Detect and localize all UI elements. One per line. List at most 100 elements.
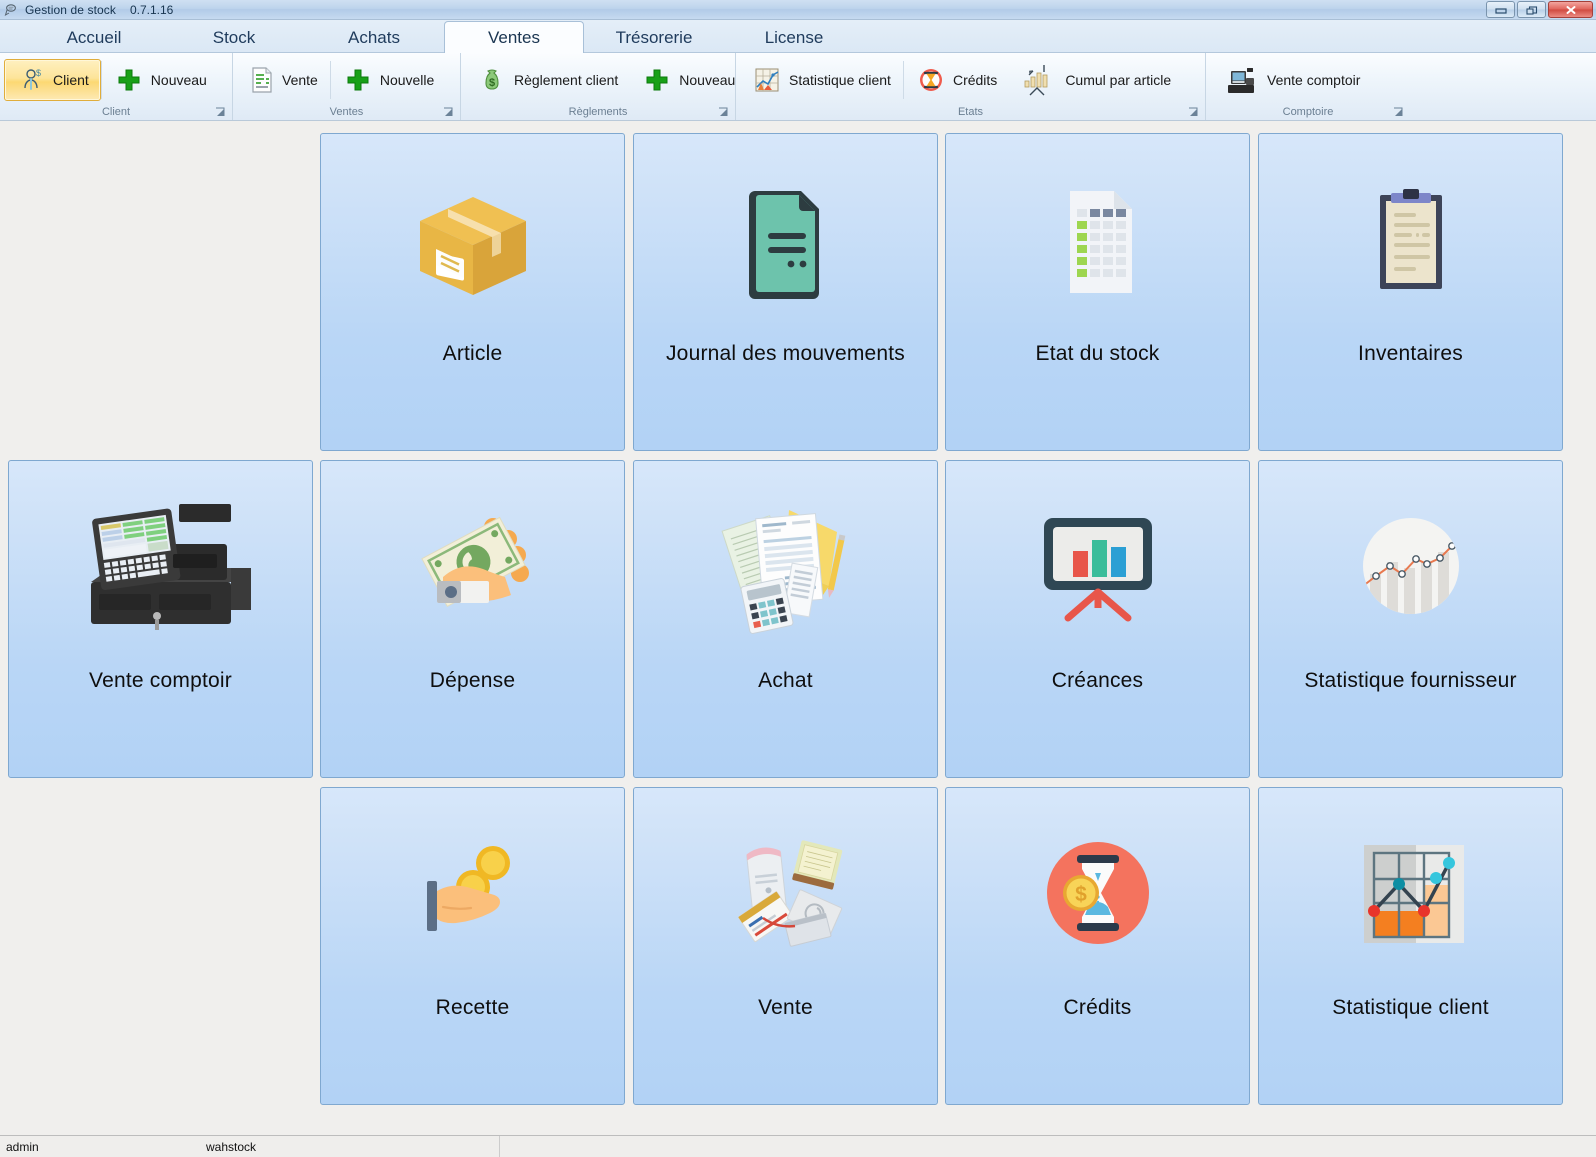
tab-achats[interactable]: Achats (304, 21, 444, 53)
dialog-launcher-icon[interactable] (1188, 107, 1199, 118)
ribbon-button-label: Nouvelle (379, 71, 435, 88)
hourglass-red-icon (916, 65, 946, 95)
restore-icon[interactable] (1517, 1, 1546, 18)
ribbon-button-label: Règlement client (514, 71, 619, 88)
dialog-launcher-icon[interactable] (718, 107, 729, 118)
tile-journal-des-mouvements[interactable]: Journal des mouvements (633, 133, 938, 451)
close-icon[interactable] (1548, 1, 1593, 18)
tile-etat-du-stock[interactable]: Etat du stock (945, 133, 1250, 451)
minimize-icon[interactable] (1486, 1, 1515, 18)
circle-line-chart-icon (1259, 469, 1562, 669)
ribbon-group-footer: Ventes (233, 104, 460, 120)
app-logo-icon (4, 2, 20, 18)
ribbon-group-etats: Statistique client Crédits Cumul par art… (735, 53, 1205, 120)
tile-label: Etat du stock (1035, 342, 1160, 365)
green-plus-icon (642, 65, 672, 95)
dialog-launcher-icon[interactable] (443, 107, 454, 118)
tile-label: Statistique fournisseur (1304, 669, 1517, 692)
tile-label: Crédits (1063, 996, 1132, 1019)
tile-recette[interactable]: Recette (320, 787, 625, 1105)
ribbon-group-reglements: $ Règlement client Nouveau Règlements (460, 53, 735, 120)
receipt-books-icon (634, 796, 937, 996)
tab-label: Accueil (66, 27, 122, 47)
ribbon-tab-bar: Accueil Stock Achats Ventes Trésorerie L… (0, 20, 1596, 53)
ribbon-button-label: Statistique client (789, 71, 891, 88)
tile-label: Vente (758, 996, 813, 1019)
ribbon-button-client[interactable]: $ Client (4, 58, 101, 101)
title-bar: Gestion de stock 0.7.1.16 (0, 0, 1596, 20)
tile-vente[interactable]: Vente (633, 787, 938, 1105)
tab-accueil[interactable]: Accueil (24, 21, 164, 53)
green-document-icon (634, 142, 937, 342)
hourglass-coin-icon: $ (946, 796, 1249, 996)
ribbon-group-label: Règlements (568, 106, 628, 118)
ribbon-group-footer: Règlements (461, 104, 735, 120)
ribbon-group-footer: Client (0, 104, 232, 120)
tab-ventes[interactable]: Ventes (444, 21, 584, 53)
ribbon-button-label: Client (53, 71, 89, 88)
ribbon-button-credits[interactable]: Crédits (904, 59, 1009, 101)
grid-line-chart-icon (1259, 796, 1562, 996)
window-title: Gestion de stock (25, 2, 116, 17)
ribbon-button-cumul-par-article[interactable]: Cumul par article (1009, 59, 1183, 101)
ribbon-button-nouvelle-vente[interactable]: Nouvelle (331, 59, 446, 101)
tile-label: Inventaires (1358, 342, 1463, 365)
tile-statistique-fournisseur[interactable]: Statistique fournisseur (1258, 460, 1563, 778)
ribbon-button-nouveau-reglement[interactable]: Nouveau (630, 59, 747, 101)
tile-label: Achat (758, 669, 813, 692)
tab-label: Achats (348, 27, 400, 47)
application-window: Gestion de stock 0.7.1.16 Accueil Stock … (0, 0, 1596, 1157)
svg-text:$: $ (1075, 883, 1087, 906)
ribbon-button-statistique-client[interactable]: Statistique client (740, 59, 903, 101)
ribbon-button-reglement-client[interactable]: $ Règlement client (465, 59, 630, 101)
tile-label: Créances (1051, 669, 1144, 692)
tile-label: Article (442, 342, 503, 365)
ribbon-button-label: Vente comptoir (1267, 71, 1361, 88)
tile-depense[interactable]: Dépense (320, 460, 625, 778)
ribbon-button-label: Vente (282, 71, 318, 88)
tile-label: Statistique client (1332, 996, 1489, 1019)
invoices-calculator-icon (634, 469, 937, 669)
tile-credits[interactable]: $ Crédits (945, 787, 1250, 1105)
cash-register-icon (9, 469, 312, 669)
ribbon-button-label: Crédits (952, 71, 998, 88)
bar-chart-arrow-icon (1020, 63, 1058, 97)
cardboard-box-icon (321, 142, 624, 342)
presentation-bars-icon (946, 469, 1249, 669)
clipboard-icon (1259, 142, 1562, 342)
tile-grid: Article Journal des mouvements Etat du s… (0, 121, 1596, 1135)
status-spacer (500, 1136, 1596, 1157)
tab-label: Trésorerie (615, 27, 693, 47)
tile-label: Dépense (429, 669, 516, 692)
green-plus-icon (343, 65, 373, 95)
ribbon-button-vente[interactable]: Vente (237, 59, 330, 101)
tile-vente-comptoir[interactable]: Vente comptoir (8, 460, 313, 778)
dialog-launcher-icon[interactable] (1393, 107, 1404, 118)
tile-label: Recette (435, 996, 510, 1019)
tile-label: Journal des mouvements (665, 342, 906, 365)
status-user: admin (6, 1139, 39, 1154)
ribbon-button-label: Nouveau (150, 71, 207, 88)
ribbon-button-vente-comptoir[interactable]: Vente comptoir (1210, 59, 1372, 101)
ribbon-button-label: Cumul par article (1065, 71, 1172, 88)
ribbon-group-label: Ventes (329, 106, 364, 118)
ribbon-button-nouveau-client[interactable]: Nouveau (102, 59, 219, 101)
tile-label: Vente comptoir (89, 669, 232, 692)
tab-license[interactable]: License (724, 21, 864, 53)
ribbon-group-label: Client (101, 106, 131, 118)
tab-stock[interactable]: Stock (164, 21, 304, 53)
tile-achat[interactable]: Achat (633, 460, 938, 778)
tile-article[interactable]: Article (320, 133, 625, 451)
tile-statistique-client[interactable]: Statistique client (1258, 787, 1563, 1105)
tab-label: Stock (212, 27, 256, 47)
money-bag-icon: $ (477, 65, 507, 95)
ribbon-group-footer: Comptoire (1206, 104, 1410, 120)
tab-tresorerie[interactable]: Trésorerie (584, 21, 724, 53)
invoice-document-icon (249, 65, 275, 95)
tile-creances[interactable]: Créances (945, 460, 1250, 778)
ribbon-group-ventes: Vente Nouvelle Ventes (232, 53, 460, 120)
dialog-launcher-icon[interactable] (215, 107, 226, 118)
tile-inventaires[interactable]: Inventaires (1258, 133, 1563, 451)
ribbon-group-footer: Etats (736, 104, 1205, 120)
person-dollar-icon: $ (16, 65, 46, 95)
